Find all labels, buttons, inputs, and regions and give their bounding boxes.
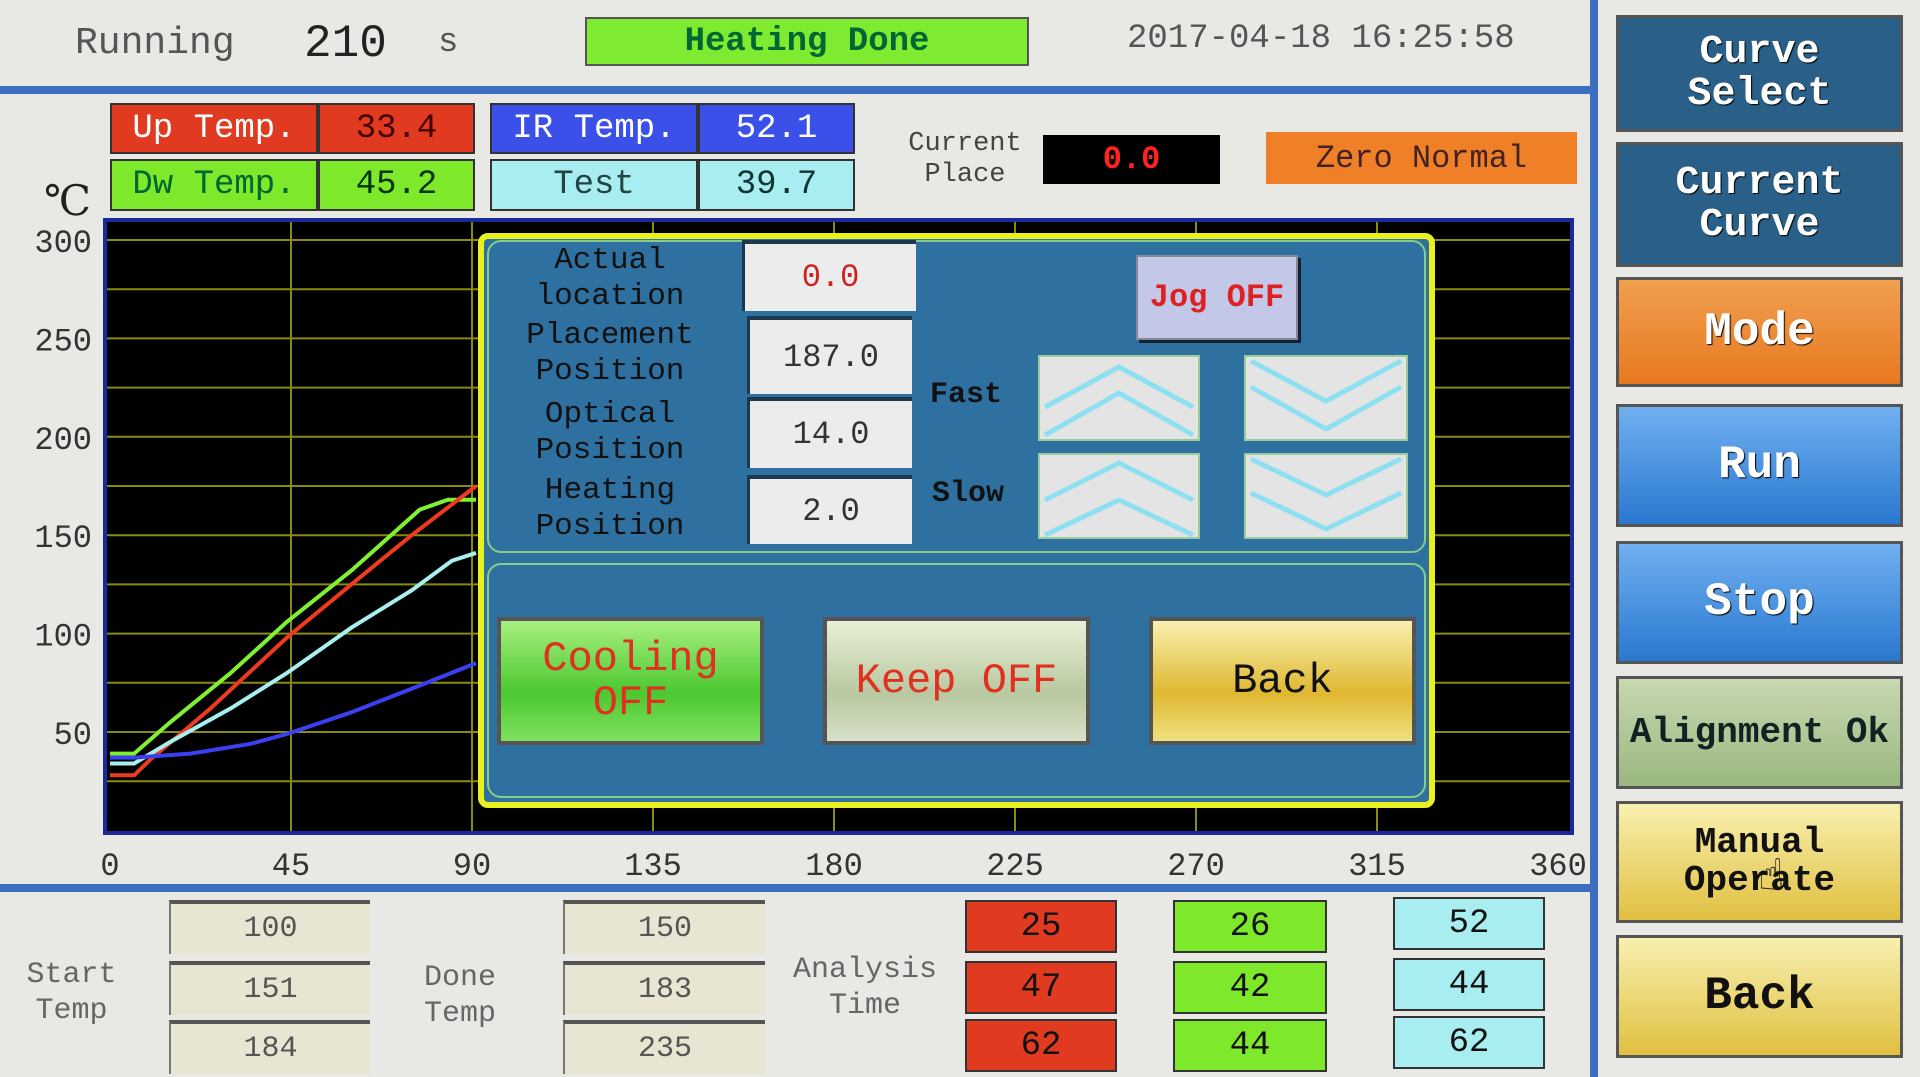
optical-position-label: Optical Position <box>535 397 685 468</box>
fast-label: Fast <box>930 378 1003 412</box>
chevron-up-icon <box>1043 460 1195 538</box>
dialog-back-button[interactable]: Back <box>1149 617 1416 745</box>
running-value: 210 <box>304 18 387 70</box>
done-temp-field[interactable]: 235 <box>563 1020 765 1074</box>
start-temp-label: Start Temp <box>26 957 117 1028</box>
analysis-time-cyan: 52 <box>1393 897 1545 950</box>
analysis-time-green: 26 <box>1173 900 1327 953</box>
fast-down-button[interactable] <box>1244 355 1408 441</box>
x-tick-label: 135 <box>624 848 682 885</box>
run-button[interactable]: Run <box>1616 404 1903 527</box>
x-tick-label: 270 <box>1167 848 1225 885</box>
hand-cursor-icon: ☝ <box>1758 854 1785 904</box>
analysis-time-cyan: 62 <box>1393 1016 1545 1069</box>
x-tick-label: 225 <box>986 848 1044 885</box>
heating-position-field[interactable]: 2.0 <box>747 475 912 544</box>
bottom-divider <box>0 884 1590 892</box>
actual-location-field: 0.0 <box>742 240 916 311</box>
slow-up-button[interactable] <box>1038 453 1200 539</box>
start-temp-field[interactable]: 100 <box>169 900 370 954</box>
slow-down-button[interactable] <box>1244 453 1408 539</box>
x-tick-label: 180 <box>805 848 863 885</box>
placement-position-label: Placement Position <box>526 318 694 389</box>
running-label: Running <box>75 22 235 65</box>
jog-toggle-button[interactable]: Jog OFF <box>1136 255 1298 340</box>
y-tick-label: 250 <box>34 323 92 360</box>
done-temp-field[interactable]: 183 <box>563 961 765 1015</box>
actual-location-label: Actual location <box>535 243 685 314</box>
ir-temp-label: IR Temp. <box>490 103 698 154</box>
start-temp-field[interactable]: 151 <box>169 961 370 1015</box>
analysis-time-label: Analysis Time <box>792 952 938 1023</box>
mode-button[interactable]: Mode <box>1616 277 1903 387</box>
analysis-time-red: 25 <box>965 900 1117 953</box>
x-tick-label: 315 <box>1348 848 1406 885</box>
double-chevron-down-icon <box>1249 358 1403 432</box>
double-chevron-up-icon <box>1043 364 1195 438</box>
alignment-ok-button[interactable]: Alignment Ok <box>1616 676 1903 789</box>
up-temp-value: 33.4 <box>318 103 475 154</box>
ir-temp-value: 52.1 <box>698 103 855 154</box>
current-curve-button[interactable]: Current Curve <box>1616 142 1903 267</box>
current-place-label: Current Place <box>908 128 1022 190</box>
cooling-toggle-button[interactable]: Cooling OFF <box>497 617 764 745</box>
running-unit: s <box>438 24 459 62</box>
x-tick-label: 360 <box>1529 848 1587 885</box>
y-tick-label: 100 <box>34 619 92 656</box>
y-tick-label: 300 <box>34 225 92 262</box>
datetime: 2017-04-18 16:25:58 <box>1127 20 1515 58</box>
slow-label: Slow <box>932 477 1005 511</box>
keep-toggle-button[interactable]: Keep OFF <box>823 617 1090 745</box>
analysis-time-green: 44 <box>1173 1019 1327 1072</box>
x-tick-label: 90 <box>453 848 491 885</box>
status-banner: Heating Done <box>585 17 1029 66</box>
current-place-value: 0.0 <box>1043 135 1220 184</box>
placement-position-field[interactable]: 187.0 <box>747 316 912 394</box>
chevron-down-icon <box>1249 456 1403 532</box>
back-button[interactable]: Back <box>1616 935 1903 1058</box>
y-tick-label: 50 <box>54 717 92 754</box>
heating-position-label: Heating Position <box>535 473 685 544</box>
y-tick-label: 200 <box>34 422 92 459</box>
analysis-time-cyan: 44 <box>1393 958 1545 1011</box>
curve-select-button[interactable]: Curve Select <box>1616 15 1903 132</box>
done-temp-field[interactable]: 150 <box>563 900 765 954</box>
analysis-time-green: 42 <box>1173 961 1327 1014</box>
up-temp-label: Up Temp. <box>110 103 318 154</box>
analysis-time-red: 62 <box>965 1019 1117 1072</box>
fast-up-button[interactable] <box>1038 355 1200 441</box>
x-tick-label: 0 <box>100 848 119 885</box>
zero-status: Zero Normal <box>1266 132 1577 184</box>
x-tick-label: 45 <box>272 848 310 885</box>
stop-button[interactable]: Stop <box>1616 541 1903 664</box>
y-tick-label: 150 <box>34 520 92 557</box>
analysis-time-red: 47 <box>965 961 1117 1014</box>
done-temp-label: Done Temp <box>423 960 496 1031</box>
optical-position-field[interactable]: 14.0 <box>747 397 912 468</box>
start-temp-field[interactable]: 184 <box>169 1020 370 1074</box>
header-divider <box>0 86 1590 94</box>
